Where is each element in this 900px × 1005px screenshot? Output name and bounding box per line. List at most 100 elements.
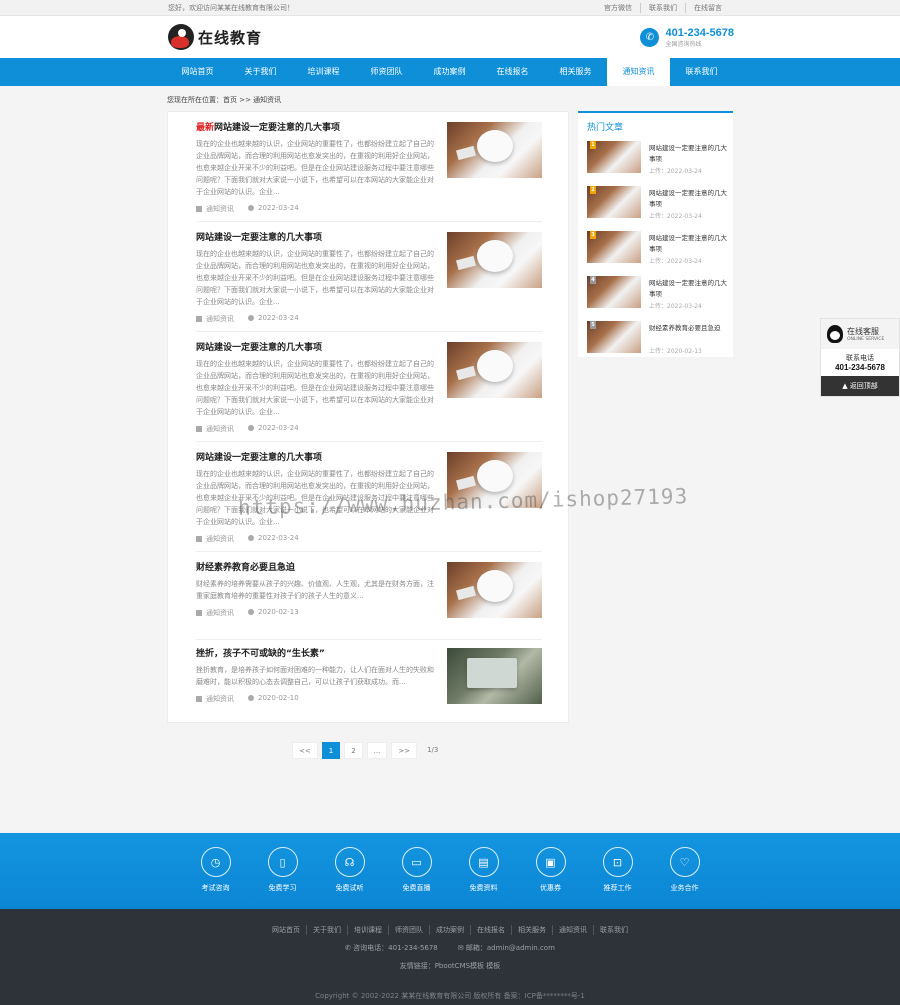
article-thumbnail[interactable] (447, 648, 542, 704)
article-thumbnail[interactable] (447, 232, 542, 288)
hot-article-thumbnail[interactable]: 4 (587, 276, 641, 308)
article-date: 2020-02-13 (258, 608, 299, 616)
list-item[interactable]: 最新网站建设一定要注意的几大事项 现在的企业也越来越的认识，企业网站的重要性了，… (196, 122, 542, 222)
article-thumbnail[interactable] (447, 562, 542, 618)
service-subtitle: ONLINE SERVICE (847, 337, 885, 342)
hot-article-thumbnail[interactable]: 3 (587, 231, 641, 263)
footer-link-contact[interactable]: 联系我们 (593, 925, 634, 935)
article-summary: 现在的企业也越来越的认识，企业网站的重要性了，也都纷纷建立起了自己的企业品牌网站… (196, 470, 434, 526)
hot-article-thumbnail[interactable]: 2 (587, 186, 641, 218)
live-icon: ▭ (401, 847, 432, 877)
article-title[interactable]: 财经素养教育必要且急迫 (196, 562, 436, 574)
hot-article-thumbnail[interactable]: 5 (587, 321, 641, 353)
clock-icon (248, 315, 254, 321)
article-summary: 现在的企业也越来越的认识，企业网站的重要性了，也都纷纷建立起了自己的企业品牌网站… (196, 250, 434, 306)
list-item[interactable]: 挫折，孩子不可或缺的“生长素” 挫折教育，是培养孩子如何面对困难的一种能力，让人… (196, 648, 542, 720)
hot-article-date: 上传：2022-03-24 (649, 168, 702, 175)
article-title[interactable]: 挫折，孩子不可或缺的“生长素” (196, 648, 436, 660)
article-thumbnail[interactable] (447, 452, 542, 508)
nav-item-home[interactable]: 网站首页 (166, 58, 229, 86)
service-partnership[interactable]: ♡ 业务合作 (651, 847, 718, 909)
service-jobs[interactable]: ⊡ 推荐工作 (584, 847, 651, 909)
hot-article-item[interactable]: 5 财经素养教育必要且急迫 上传：2020-02-13 (587, 321, 727, 355)
category-icon (196, 696, 202, 702)
page-prev-button[interactable]: << (292, 742, 318, 759)
top-link-wechat[interactable]: 官方微信 (596, 3, 640, 13)
site-header: 在线教育 ✆ 401-234-5678 全国咨询热线 (0, 16, 900, 58)
article-date: 2022-03-24 (258, 534, 299, 542)
footer-phone: 咨询电话：401-234-5678 (353, 944, 438, 952)
service-consult[interactable]: ◷ 考试咨询 (182, 847, 249, 909)
footer-link-about[interactable]: 关于我们 (306, 925, 347, 935)
hot-article-item[interactable]: 2 网站建设一定要注意的几大事项 上传：2022-03-24 (587, 186, 727, 220)
service-free-material[interactable]: ▤ 免费资料 (450, 847, 517, 909)
nav-item-services[interactable]: 相关服务 (544, 58, 607, 86)
hot-article-title[interactable]: 网站建设一定要注意的几大事项 (649, 233, 727, 255)
hot-article-title[interactable]: 财经素养教育必要且急迫 (649, 323, 727, 334)
footer-link-cases[interactable]: 成功案例 (429, 925, 470, 935)
article-date: 2022-03-24 (258, 204, 299, 212)
service-phone: 401-234-5678 (835, 363, 885, 372)
hot-article-thumbnail[interactable]: 1 (587, 141, 641, 173)
footer-link-teachers[interactable]: 师资团队 (388, 925, 429, 935)
service-free-study[interactable]: ▯ 免费学习 (249, 847, 316, 909)
logo-text: 在线教育 (198, 28, 263, 47)
online-service-button[interactable]: 在线客服 ONLINE SERVICE (821, 319, 899, 349)
list-item[interactable]: 网站建设一定要注意的几大事项 现在的企业也越来越的认识，企业网站的重要性了，也都… (196, 452, 542, 552)
article-category[interactable]: 通知资讯 (206, 315, 234, 323)
hot-article-item[interactable]: 3 网站建设一定要注意的几大事项 上传：2022-03-24 (587, 231, 727, 265)
article-title[interactable]: 最新网站建设一定要注意的几大事项 (196, 122, 436, 134)
list-item[interactable]: 网站建设一定要注意的几大事项 现在的企业也越来越的认识，企业网站的重要性了，也都… (196, 232, 542, 332)
hot-article-title[interactable]: 网站建设一定要注意的几大事项 (649, 143, 727, 165)
clock-icon (248, 695, 254, 701)
footer-link-courses[interactable]: 培训课程 (347, 925, 388, 935)
nav-item-about[interactable]: 关于我们 (229, 58, 292, 86)
footer-link-news[interactable]: 通知资讯 (552, 925, 593, 935)
list-item[interactable]: 网站建设一定要注意的几大事项 现在的企业也越来越的认识，企业网站的重要性了，也都… (196, 342, 542, 442)
nav-item-news[interactable]: 通知资讯 (607, 58, 670, 86)
nav-item-cases[interactable]: 成功案例 (418, 58, 481, 86)
article-date: 2022-03-24 (258, 424, 299, 432)
clock-icon (248, 425, 254, 431)
article-category[interactable]: 通知资讯 (206, 205, 234, 213)
page-button[interactable]: 2 (344, 742, 363, 759)
article-thumbnail[interactable] (447, 342, 542, 398)
service-free-live[interactable]: ▭ 免费直播 (383, 847, 450, 909)
hot-article-item[interactable]: 1 网站建设一定要注意的几大事项 上传：2022-03-24 (587, 141, 727, 175)
page-next-button[interactable]: >> (391, 742, 418, 759)
article-thumbnail[interactable] (447, 122, 542, 178)
article-category[interactable]: 通知资讯 (206, 535, 234, 543)
service-coupon[interactable]: ▣ 优惠券 (517, 847, 584, 909)
article-category[interactable]: 通知资讯 (206, 695, 234, 703)
article-category[interactable]: 通知资讯 (206, 425, 234, 433)
nav-item-courses[interactable]: 培训课程 (292, 58, 355, 86)
back-to-top-button[interactable]: ▲ 返回顶部 (821, 376, 899, 396)
main-nav: 网站首页 关于我们 培训课程 师资团队 成功案例 在线报名 相关服务 通知资讯 … (0, 58, 900, 86)
rank-badge: 1 (590, 141, 596, 149)
list-item[interactable]: 财经素养教育必要且急迫 财经素养的培养需要从孩子的兴趣、价值观、人生观，尤其是在… (196, 562, 542, 640)
service-free-trial[interactable]: ☊ 免费试听 (316, 847, 383, 909)
hot-article-title[interactable]: 网站建设一定要注意的几大事项 (649, 188, 727, 210)
hot-article-title[interactable]: 网站建设一定要注意的几大事项 (649, 278, 727, 300)
article-date: 2022-03-24 (258, 314, 299, 322)
nav-item-teachers[interactable]: 师资团队 (355, 58, 418, 86)
article-title[interactable]: 网站建设一定要注意的几大事项 (196, 342, 436, 354)
site-footer: 网站首页 关于我们 培训课程 师资团队 成功案例 在线报名 相关服务 通知资讯 … (0, 909, 900, 1005)
logo[interactable]: 在线教育 (168, 24, 262, 50)
category-icon (196, 316, 202, 322)
friend-links[interactable]: 友情链接：PbootCMS模板 模板 (0, 961, 900, 971)
article-title[interactable]: 网站建设一定要注意的几大事项 (196, 232, 436, 244)
footer-link-home[interactable]: 网站首页 (266, 925, 306, 935)
footer-link-services[interactable]: 相关服务 (511, 925, 552, 935)
top-link-message[interactable]: 在线留言 (685, 2, 730, 13)
hot-article-item[interactable]: 4 网站建设一定要注意的几大事项 上传：2022-03-24 (587, 276, 727, 310)
article-category[interactable]: 通知资讯 (206, 609, 234, 617)
top-link-contact[interactable]: 联系我们 (640, 2, 685, 13)
pagination: << 1 2 ... >> 1/3 (292, 742, 444, 759)
article-title[interactable]: 网站建设一定要注意的几大事项 (196, 452, 436, 464)
page-button-current[interactable]: 1 (321, 742, 341, 759)
footer-link-signup[interactable]: 在线报名 (470, 925, 511, 935)
nav-item-signup[interactable]: 在线报名 (481, 58, 544, 86)
nav-item-contact[interactable]: 联系我们 (670, 58, 733, 86)
hotline-number: 401-234-5678 (665, 26, 734, 39)
